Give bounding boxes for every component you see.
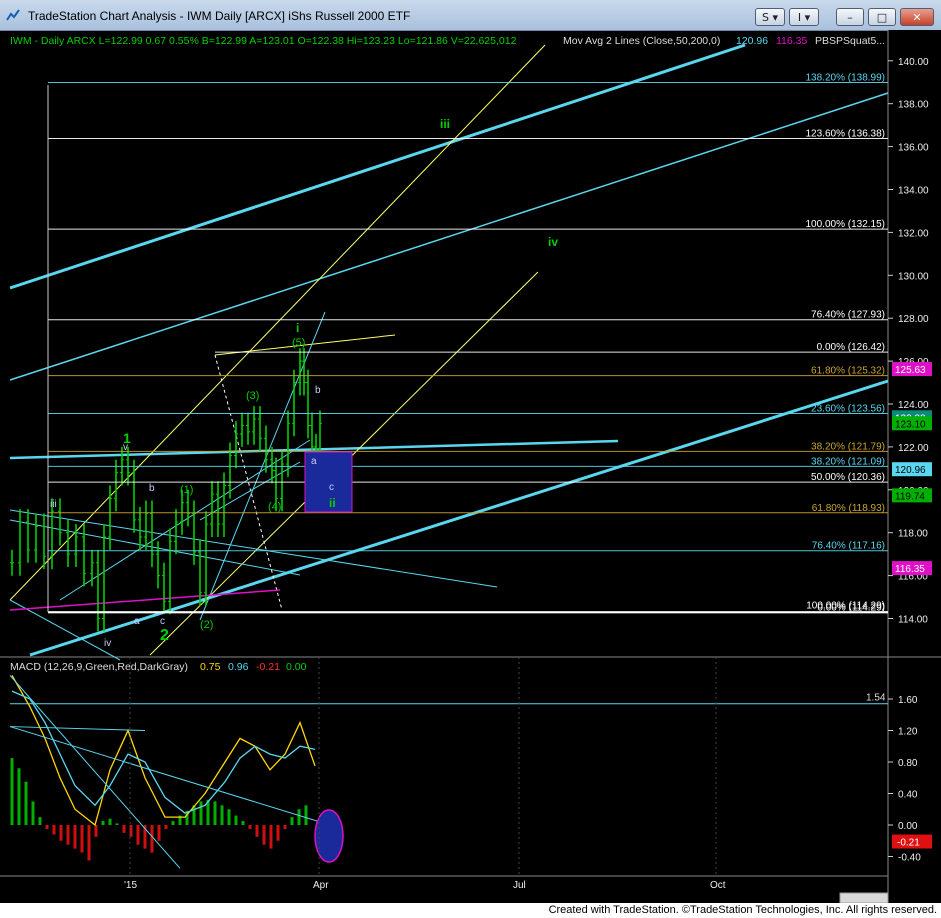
macd-tick-label: -0.40: [898, 853, 921, 864]
price-tick-label: 114.00: [898, 615, 928, 626]
trend-line: [9, 589, 281, 611]
fib-label: 100.00% (132.15): [805, 219, 885, 230]
wave-label: iv: [104, 638, 111, 649]
macd-label: MACD (12,26,9,Green,Red,DarkGray): [10, 661, 188, 673]
wave-label: b: [315, 385, 321, 396]
macd-level-label: 1.54: [866, 693, 886, 704]
macd-tick-label: 1.60: [898, 695, 918, 706]
macd-value-tag-label: -0.21: [897, 838, 920, 849]
fib-label: 61.80% (118.93): [812, 503, 885, 514]
wave-label: (1): [180, 484, 193, 496]
wave-label: 2: [160, 627, 169, 644]
macd-signal-line: [11, 690, 316, 814]
wave-label: c: [160, 616, 165, 627]
maximize-button[interactable]: □: [868, 8, 896, 26]
i-menu-button[interactable]: I ▾: [789, 8, 819, 26]
date-axis: '15 Apr Jul Oct: [124, 657, 726, 891]
macd-tick-label: 1.20: [898, 727, 918, 738]
wave-label: ii: [329, 496, 336, 510]
macd-tick-label: 0.80: [898, 758, 918, 769]
wave-label: a: [311, 456, 317, 467]
wave-label: iii: [440, 117, 450, 131]
fib-label: 38.20% (121.09): [811, 456, 885, 467]
fib-label: 76.40% (117.16): [812, 541, 885, 552]
horizontal-scrollbar[interactable]: [839, 892, 889, 903]
fib-label: 23.60% (123.56): [811, 403, 885, 414]
price-tag-label: 120.96: [895, 465, 926, 476]
wave-label: (2): [200, 619, 213, 631]
fib-label: 76.40% (127.93): [811, 310, 885, 321]
tradestation-app-icon: [6, 9, 20, 21]
date-tick-label: Apr: [313, 880, 329, 891]
close-button[interactable]: ✕: [900, 8, 934, 26]
macd-tick-label: 0.00: [898, 821, 918, 832]
wave-label: a: [134, 616, 140, 627]
footer: Created with TradeStation. ©TradeStation…: [0, 903, 941, 918]
symbol-quote-line: IWM - Daily ARCX L=122.99 0.67 0.55% B=1…: [10, 35, 517, 47]
macd-trend-line: [9, 726, 331, 826]
s-label: S: [761, 11, 769, 24]
price-tick-label: 124.00: [898, 400, 929, 411]
price-tag-label: 116.35: [895, 564, 925, 575]
fib-label: 38.20% (121.79): [811, 441, 885, 452]
date-tick-label: Oct: [710, 880, 726, 891]
macd-tick-label: 0.40: [898, 790, 918, 801]
price-tick-label: 132.00: [898, 228, 929, 239]
price-tick-label: 140.00: [898, 57, 929, 68]
trend-line: [9, 92, 889, 381]
price-bars: [10, 348, 322, 632]
date-tick-label: '15: [124, 880, 137, 891]
fib-label: 123.60% (136.38): [805, 128, 885, 139]
wave-label: c: [329, 482, 334, 493]
macd-trend-line: [9, 726, 146, 731]
ma-200-value: 116.35: [776, 35, 807, 47]
trend-line: [9, 43, 746, 290]
wave-label: iv: [548, 235, 558, 249]
price-tick-label: 136.00: [898, 143, 929, 154]
macd-value-3: -0.21: [256, 661, 280, 673]
fib-label: 138.20% (138.99): [805, 72, 885, 83]
fib-label: 61.80% (125.32): [811, 366, 885, 377]
price-tag-label: 119.74: [895, 491, 925, 502]
macd-value-1: 0.75: [200, 661, 221, 673]
trend-line: [29, 379, 889, 657]
wave-label: (5): [292, 337, 305, 349]
wave-label: i: [296, 321, 299, 335]
price-tick-label: 118.00: [898, 529, 928, 540]
price-tick-label: 134.00: [898, 186, 929, 197]
i-label: I: [797, 11, 802, 24]
copyright-text: Created with TradeStation. ©TradeStation…: [548, 904, 937, 916]
wave-label: (4): [268, 501, 281, 513]
trend-line: [199, 461, 301, 521]
wave-label: v: [123, 442, 128, 453]
wave-label: (3): [246, 390, 259, 402]
trend-line: [9, 519, 301, 576]
price-tag-label: 123.10: [895, 419, 926, 430]
macd-panel: 1.60 1.20 0.80 0.40 0.00 -0.40 1.54 -0.21: [9, 675, 932, 869]
price-tag-label: 125.63: [895, 365, 926, 376]
macd-value-2: 0.96: [228, 661, 249, 673]
macd-value-4: 0.00: [286, 661, 307, 673]
date-tick-label: Jul: [513, 880, 526, 891]
s-menu-button[interactable]: S ▾: [755, 8, 785, 26]
wave-label: b: [149, 483, 155, 494]
fibonacci-levels: 138.20% (138.99) 123.60% (136.38) 100.00% …: [47, 72, 888, 614]
price-tick-label: 138.00: [898, 100, 929, 111]
chart-canvas[interactable]: IWM - Daily ARCX L=122.99 0.67 0.55% B=1…: [0, 30, 941, 903]
indicator-label: PBSPSquat5...: [815, 35, 885, 47]
price-tick-label: 128.00: [898, 314, 929, 325]
minimize-button[interactable]: –: [836, 8, 864, 26]
macd-trend-line: [9, 675, 181, 869]
price-tick-label: 122.00: [898, 443, 929, 454]
window-title: TradeStation Chart Analysis - IWM Daily …: [28, 9, 411, 23]
trend-line: [9, 509, 498, 588]
moving-average-label: Mov Avg 2 Lines (Close,50,200,0): [563, 35, 720, 47]
chart-window: TradeStation Chart Analysis - IWM Daily …: [0, 0, 941, 903]
fib-label: 50.00% (120.36): [811, 472, 885, 483]
fib-label: 0.00% (126.42): [817, 342, 885, 353]
price-tick-label: 130.00: [898, 271, 929, 282]
fib-label: 0.00% (114.29): [817, 602, 885, 613]
title-bar[interactable]: TradeStation Chart Analysis - IWM Daily …: [0, 0, 941, 31]
wave-label: iii: [50, 499, 57, 510]
